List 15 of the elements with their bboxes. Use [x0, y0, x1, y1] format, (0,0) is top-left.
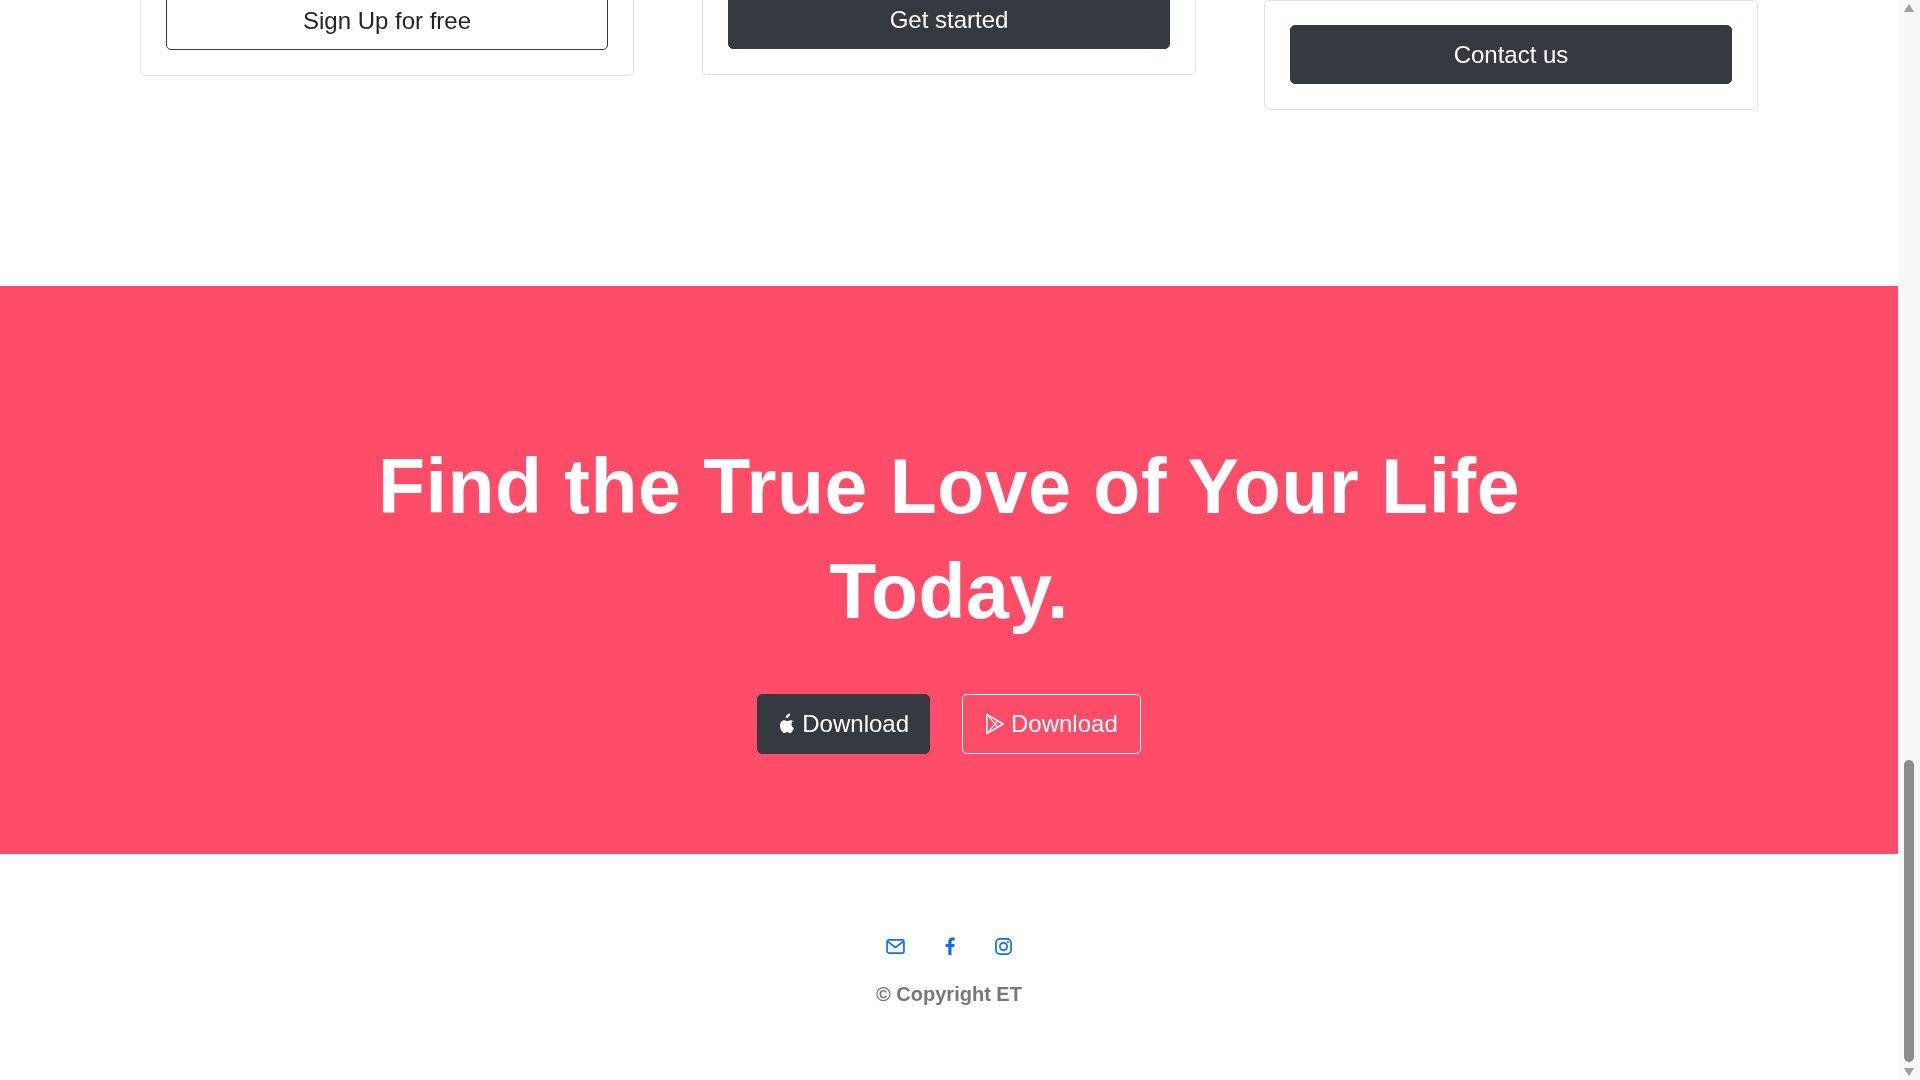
scroll-up-icon[interactable] — [1904, 4, 1914, 12]
copyright-text: © Copyright ET — [876, 983, 1022, 1006]
apple-icon — [778, 713, 797, 735]
action-button[interactable]: Get started — [728, 0, 1170, 49]
action-button[interactable]: Contact us — [1290, 25, 1732, 84]
sign-up-button[interactable]: Sign Up for free — [166, 0, 608, 50]
play-triangle-icon — [985, 713, 1005, 735]
download-button[interactable]: Download — [757, 694, 930, 754]
banner-heading: Find the True Love of Your Life Today. — [376, 442, 1521, 636]
scrollbar[interactable] — [1898, 0, 1920, 1080]
scrollbar-thumb[interactable] — [1904, 760, 1914, 1062]
instagram-icon[interactable] — [995, 937, 1012, 955]
scroll-down-icon[interactable] — [1904, 1068, 1914, 1076]
facebook-icon[interactable] — [945, 937, 955, 955]
email-icon[interactable] — [886, 938, 905, 954]
